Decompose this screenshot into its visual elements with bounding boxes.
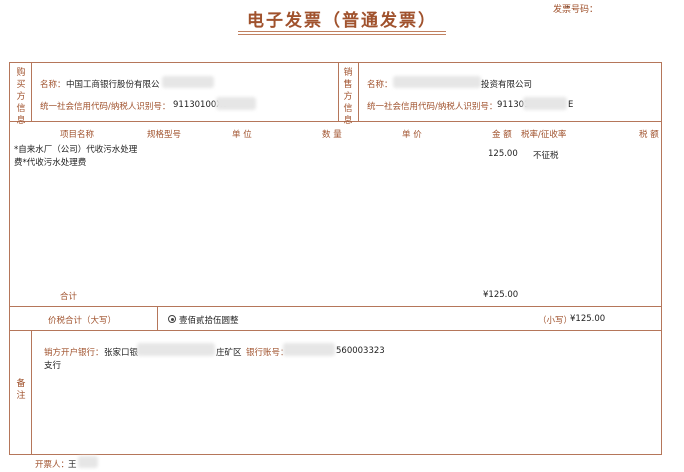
buyer-tax-redaction — [216, 97, 256, 110]
seller-tax-value-suffix: E — [568, 100, 574, 110]
bank-value-line2: 支行 — [44, 361, 62, 371]
buyer-name-redaction — [162, 76, 214, 88]
item-name-line2: 费*代收污水处理费 — [14, 158, 87, 168]
seller-name-label: 名称： — [367, 80, 393, 90]
buyer-side-label: 购买方信息 — [16, 68, 26, 126]
subtotal-label: 合计 — [60, 292, 78, 302]
seller-tax-label: 统一社会信用代码/纳税人识别号： — [367, 102, 498, 112]
issuer-value: 王 — [68, 460, 77, 470]
bank-redaction — [137, 343, 215, 356]
col-header-unit: 单 位 — [232, 130, 252, 140]
title-underline-bottom — [238, 34, 446, 35]
col-header-qty: 数 量 — [322, 130, 342, 140]
seller-name-value: 投资有限公司 — [481, 80, 533, 90]
buyer-side-divider — [31, 62, 32, 121]
remarks-side-label: 备注 — [16, 379, 26, 401]
seller-side-label: 销售方信息 — [343, 68, 353, 126]
buyer-name-label: 名称： — [40, 80, 66, 90]
seller-side-divider — [358, 62, 359, 121]
subtotal-amount: ¥125.00 — [483, 290, 519, 300]
items-divider — [9, 306, 662, 307]
total-divider — [9, 330, 662, 331]
bank-label: 销方开户银行： — [44, 348, 104, 358]
buyer-tax-label: 统一社会信用代码/纳税人识别号： — [40, 102, 171, 112]
issuer-label: 开票人： — [35, 460, 70, 470]
account-value: 560003323 — [336, 346, 385, 356]
col-header-price: 单 价 — [402, 130, 422, 140]
item-amount: 125.00 — [488, 149, 518, 159]
party-divider — [9, 121, 662, 122]
col-header-tax: 税 额 — [639, 130, 659, 140]
seller-tax-redaction — [523, 97, 567, 110]
party-middle-divider — [338, 62, 339, 121]
account-redaction — [283, 343, 335, 356]
title-underline-top — [238, 31, 446, 32]
total-uppercase: 壹佰贰拾伍圆整 — [168, 314, 239, 326]
invoice-number-label: 发票号码： — [552, 5, 598, 15]
col-header-amount: 金 额 — [492, 130, 512, 140]
bank-value-suffix: 庄矿区 — [216, 348, 242, 358]
invoice-number-value: - — [566, 2, 570, 12]
total-uppercase-value: 壹佰贰拾伍圆整 — [179, 316, 239, 326]
item-name-line1: *自来水厂（公司）代收污水处理 — [14, 145, 138, 155]
total-lowercase-value: ¥125.00 — [570, 314, 606, 324]
col-header-tax-rate: 税率/征收率 — [521, 130, 567, 140]
col-header-spec: 规格型号 — [147, 130, 182, 140]
remarks-side-divider — [31, 330, 32, 455]
circle-marker-icon — [168, 315, 176, 323]
issuer-redaction — [78, 456, 98, 468]
total-label: 价税合计（大写） — [48, 316, 117, 326]
item-tax-rate: 不征税 — [533, 151, 559, 161]
total-lowercase-label: （小写） — [538, 316, 573, 326]
seller-name-redaction — [393, 76, 481, 88]
col-header-name: 项目名称 — [60, 130, 95, 140]
buyer-name-value: 中国工商银行股份有限公 — [66, 80, 160, 90]
total-divider-vertical — [157, 306, 158, 330]
bank-value-prefix: 张家口银 — [104, 348, 139, 358]
